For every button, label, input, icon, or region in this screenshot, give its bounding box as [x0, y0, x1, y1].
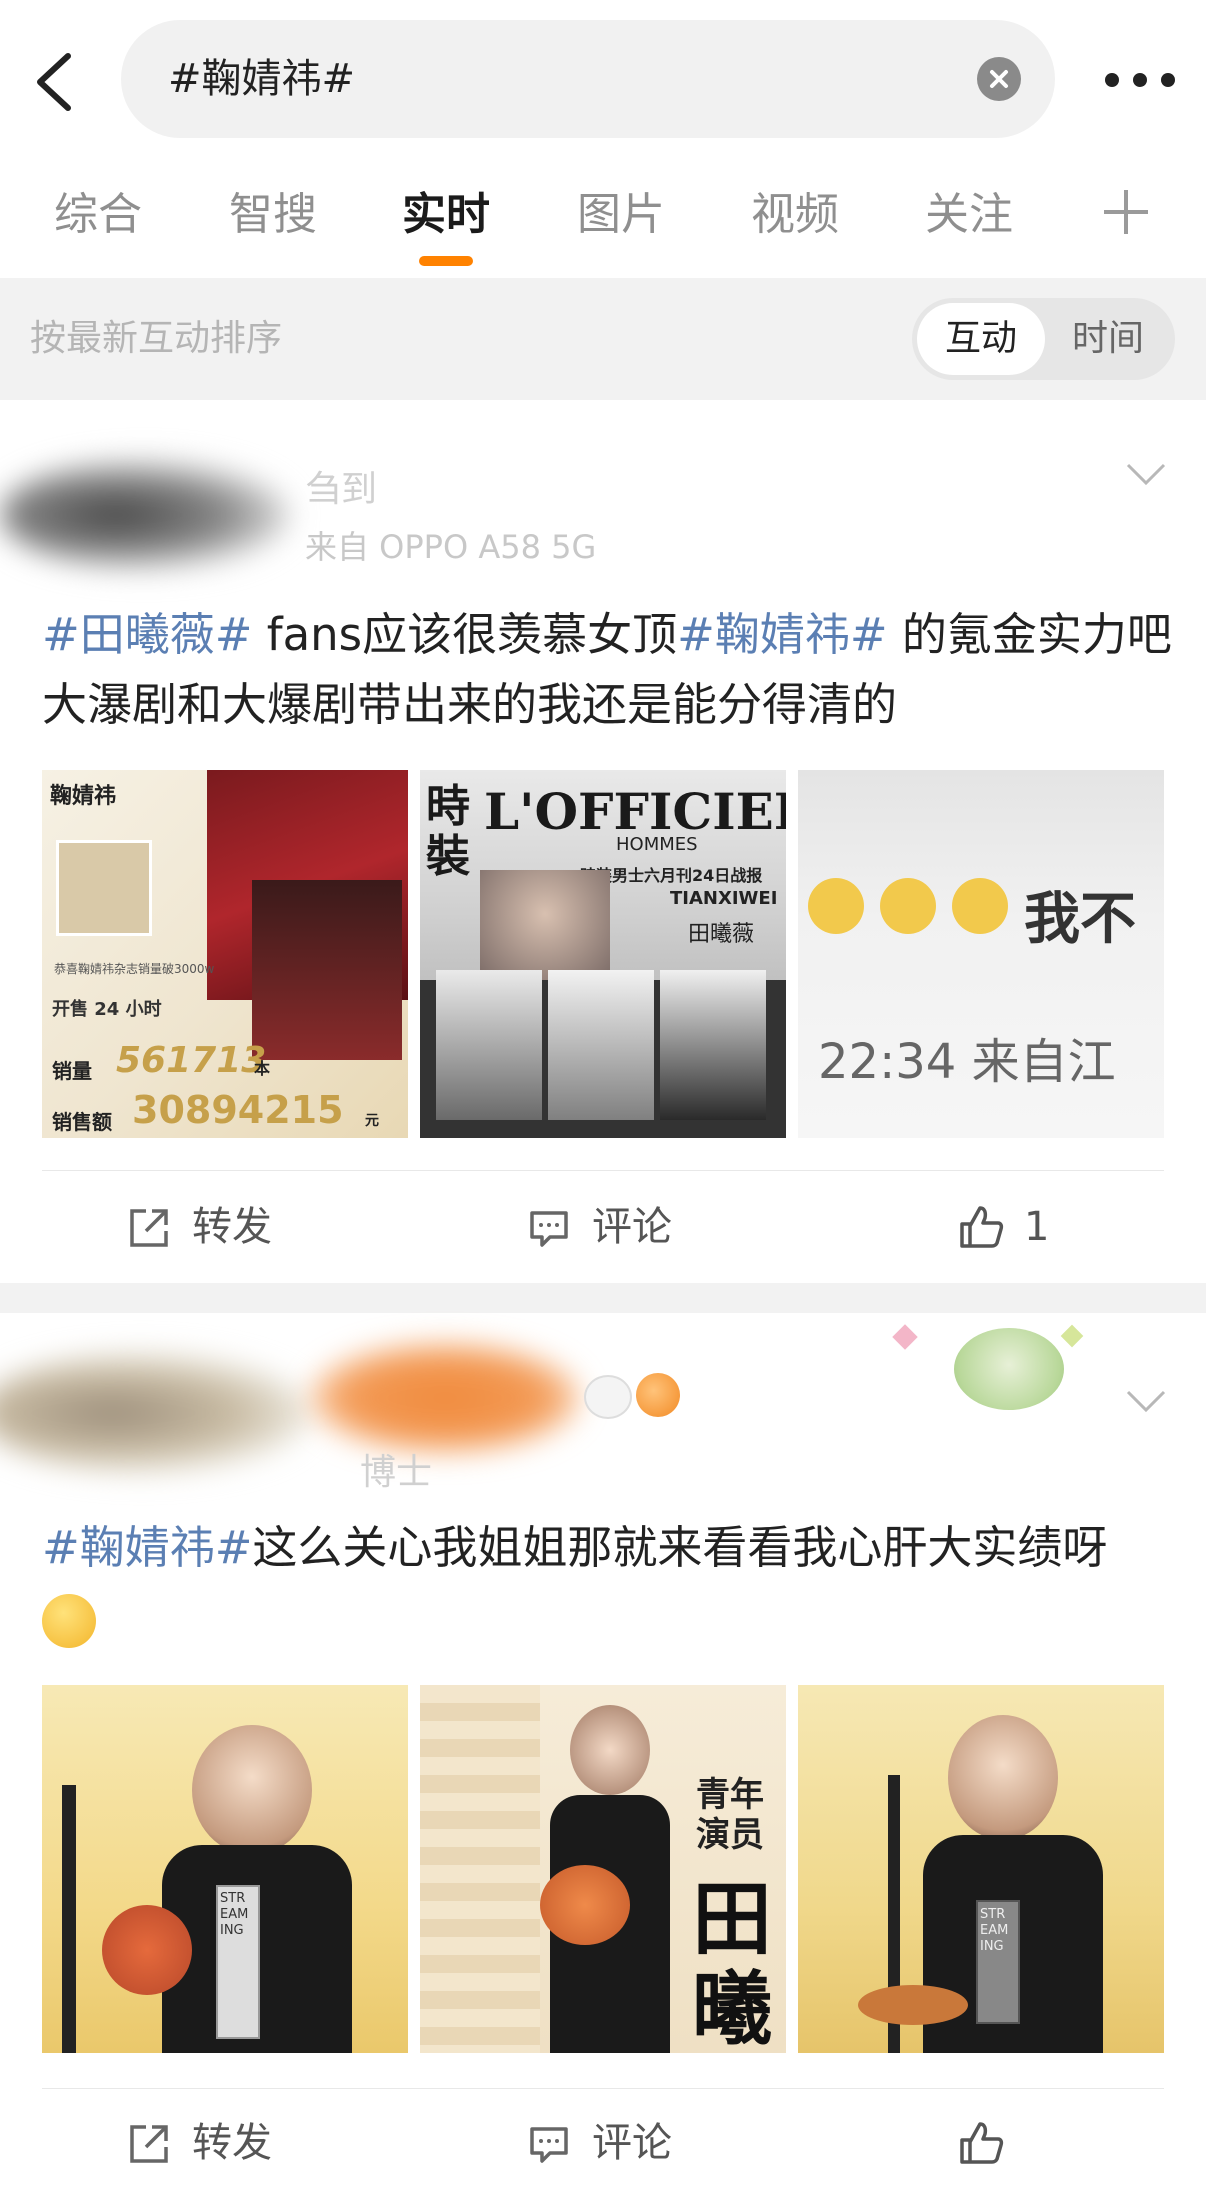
avatar[interactable]	[0, 460, 290, 570]
image-grid: 鞠婧祎 恭喜鞠婧祎杂志销量破3000w 开售 24 小时 销量 561713 本…	[42, 770, 1164, 1138]
back-arrow-icon[interactable]	[30, 52, 80, 112]
post-text: #田曦薇# fans应该很羡慕女顶#鞠婧祎# 的氪金实力吧 大瀑剧和大爆剧带出来…	[42, 608, 1172, 731]
tab-comprehensive[interactable]: 综合	[33, 170, 163, 260]
post-actions: 转发 评论 1	[0, 1177, 1206, 1277]
plus-icon[interactable]	[1098, 184, 1154, 240]
search-tabs: 综合 智搜 实时 图片 视频 关注	[0, 170, 1206, 275]
topic-link[interactable]: #鞠婧祎#	[42, 1521, 252, 1574]
topic-link[interactable]: #鞠婧祎#	[677, 608, 887, 661]
like-count: 1	[1024, 1204, 1050, 1250]
search-query[interactable]: #鞠婧祎#	[168, 20, 355, 138]
tab-images[interactable]: 图片	[556, 170, 686, 260]
panda-icon	[584, 1375, 632, 1419]
avatar[interactable]	[0, 1353, 310, 1473]
post-image[interactable]: 我不 22:34 来自江	[798, 770, 1164, 1138]
thumbs-up-icon	[960, 2122, 1004, 2164]
post-text: #鞠婧祎#这么关心我姐姐那就来看看我心肝大实绩呀	[42, 1513, 1172, 1653]
post-image[interactable]: 鞠婧祎 恭喜鞠婧祎杂志销量破3000w 开售 24 小时 销量 561713 本…	[42, 770, 408, 1138]
sort-option-interaction[interactable]: 互动	[917, 303, 1045, 375]
tab-videos[interactable]: 视频	[730, 170, 860, 260]
repost-button[interactable]: 转发	[128, 1177, 288, 1277]
tab-smart-search[interactable]: 智搜	[208, 170, 338, 260]
search-box[interactable]: #鞠婧祎#	[121, 20, 1055, 138]
tongue-face-emoji	[42, 1594, 96, 1648]
post-card: 刍到 来自 OPPO A58 5G #田曦薇# fans应该很羡慕女顶#鞠婧祎#…	[0, 400, 1206, 1280]
user-name[interactable]: 博士	[360, 1443, 432, 1495]
sort-option-time[interactable]: 时间	[1044, 303, 1172, 375]
comment-button[interactable]: 评论	[528, 2093, 688, 2193]
tab-following[interactable]: 关注	[904, 170, 1034, 260]
fish-icon	[636, 1373, 680, 1417]
card-decoration	[884, 1314, 1094, 1424]
post-image[interactable]: 時裝 L'OFFICIEL HOMMES 時装男士六月刊24日战报 TIANXI…	[420, 770, 786, 1138]
more-icon[interactable]	[1095, 65, 1205, 95]
like-button[interactable]: 1	[958, 1177, 1078, 1277]
active-tab-indicator	[419, 256, 473, 266]
post-card: 博士 #鞠婧祎#这么关心我姐姐那就来看看我心肝大实绩呀 STREAMING 青年…	[0, 1313, 1206, 2166]
like-button[interactable]	[958, 2093, 1078, 2193]
chevron-down-icon[interactable]	[1126, 1389, 1166, 1413]
divider	[42, 2088, 1164, 2089]
user-name[interactable]: 刍到	[305, 460, 377, 512]
user-name-blur	[310, 1343, 580, 1453]
tab-realtime[interactable]: 实时	[381, 170, 511, 260]
image-grid: STREAMING 青年演员 田曦 STREAMING	[42, 1685, 1164, 2053]
post-image[interactable]: 青年演员 田曦	[420, 1685, 786, 2053]
sort-label: 按最新互动排序	[30, 318, 283, 359]
sort-bar: 按最新互动排序 互动 时间	[0, 278, 1206, 400]
comment-icon	[530, 1211, 568, 1247]
post-image[interactable]: STREAMING	[42, 1685, 408, 2053]
comment-icon	[530, 2127, 568, 2163]
top-bar: #鞠婧祎#	[0, 0, 1206, 160]
comment-button[interactable]: 评论	[528, 1177, 688, 1277]
repost-button[interactable]: 转发	[128, 2093, 288, 2193]
post-source: 来自 OPPO A58 5G	[305, 528, 597, 566]
divider	[42, 1170, 1164, 1171]
chevron-down-icon[interactable]	[1126, 462, 1166, 486]
topic-link[interactable]: #田曦薇#	[42, 608, 252, 661]
post-actions: 转发 评论	[0, 2093, 1206, 2193]
clear-icon[interactable]	[977, 57, 1021, 101]
sort-toggle: 互动 时间	[912, 298, 1175, 380]
thumbs-up-icon	[960, 1206, 1004, 1248]
post-image[interactable]: STREAMING	[798, 1685, 1164, 2053]
section-gap	[0, 1283, 1206, 1313]
share-icon	[130, 1209, 168, 1247]
share-icon	[130, 2125, 168, 2163]
